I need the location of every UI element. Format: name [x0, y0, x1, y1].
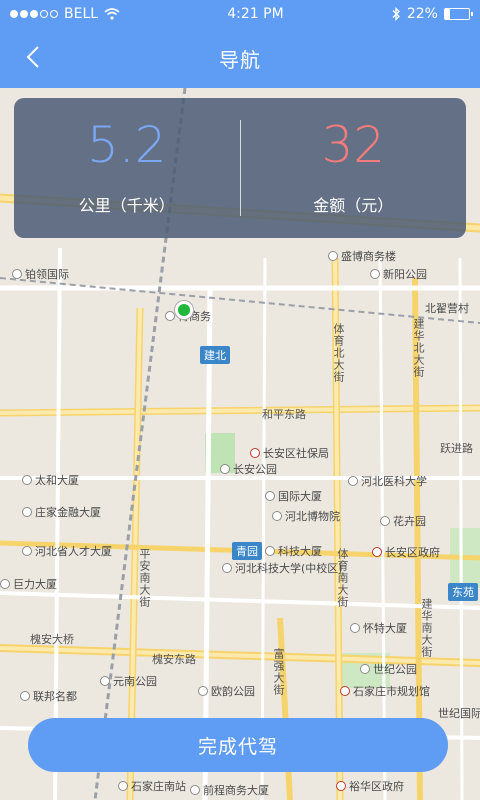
poi-pin-red-icon [340, 686, 350, 696]
fare-label: 金额（元） [313, 196, 394, 215]
bluetooth-icon [392, 7, 400, 21]
road-label: 富强大街 [272, 648, 285, 696]
road-label: 建华南大街 [420, 598, 433, 658]
poi-pin-icon [22, 546, 32, 556]
poi-pin-icon [370, 269, 380, 279]
map-poi[interactable]: 石家庄市规划馆 [340, 683, 430, 699]
road-label: 和平东路 [262, 408, 306, 421]
map-poi[interactable]: 长安公园 [220, 461, 277, 477]
back-button[interactable] [18, 42, 48, 72]
road-label: 槐安东路 [152, 653, 196, 666]
distance-label: 公里（千米） [78, 196, 175, 215]
map-poi[interactable]: 新阳公园 [370, 266, 427, 282]
poi-pin-red-icon [372, 547, 382, 557]
clock: 4:21 PM [227, 6, 284, 22]
poi-pin-icon [265, 491, 275, 501]
map-badge: 青园 [232, 542, 262, 560]
poi-pin-icon [222, 563, 232, 573]
signal-icon [10, 10, 58, 18]
current-location-marker [175, 301, 193, 319]
poi-pin-icon [380, 516, 390, 526]
poi-pin-icon [360, 664, 370, 674]
poi-pin-icon [165, 311, 175, 321]
map-poi[interactable]: 河北省人才大厦 [22, 543, 112, 559]
map-poi[interactable]: 花卉园 [380, 513, 426, 529]
poi-pin-icon [348, 476, 358, 486]
map-poi[interactable]: 河北医科大学 [348, 473, 427, 489]
status-bar: BELL 4:21 PM 22% [0, 0, 480, 28]
nav-bar: 导航 [0, 28, 480, 88]
battery-icon [443, 8, 473, 20]
wifi-icon [104, 8, 120, 20]
fare-stat: 32 金额（元） [241, 98, 467, 238]
chevron-left-icon [26, 46, 39, 68]
map-poi[interactable]: 庄家金融大厦 [22, 504, 101, 520]
map-poi[interactable]: 长安区社保局 [250, 445, 329, 461]
fare-value: 32 [321, 116, 386, 174]
map-poi[interactable]: 世纪公园 [360, 661, 417, 677]
map-poi[interactable]: 欧韵公园 [198, 683, 255, 699]
map-poi[interactable]: 怀特大厦 [350, 620, 407, 636]
distance-value: 5.2 [86, 116, 167, 174]
map-poi[interactable]: 铂领国际 [12, 266, 69, 282]
map-poi[interactable]: 盛博商务楼 [328, 248, 396, 264]
map-poi[interactable]: 河北博物院 [272, 508, 340, 524]
map-poi[interactable]: 科技大厦 [265, 543, 322, 559]
distance-stat: 5.2 公里（千米） [14, 98, 240, 238]
map-poi[interactable]: 世纪国际中心 [438, 705, 480, 721]
top-bar: BELL 4:21 PM 22% 导航 [0, 0, 480, 88]
road-label: 平安南大街 [138, 548, 151, 608]
map-poi[interactable]: 石家庄南站 [118, 778, 186, 794]
poi-pin-icon [328, 251, 338, 261]
poi-pin-icon [190, 785, 200, 795]
map-poi[interactable]: 裕华区政府 [336, 778, 404, 794]
trip-stats-panel: 5.2 公里（千米） 32 金额（元） [14, 98, 466, 238]
poi-pin-red-icon [250, 448, 260, 458]
poi-pin-icon [100, 676, 110, 686]
map-poi[interactable]: 河北科技大学(中校区) [222, 560, 343, 576]
road-label: 体育南大街 [336, 548, 349, 608]
poi-pin-icon [12, 269, 22, 279]
map-poi[interactable]: 巨力大厦 [0, 576, 57, 592]
map-poi[interactable]: 太和大厦 [22, 472, 79, 488]
road-label: 体育北大街 [332, 323, 345, 383]
map-poi[interactable]: 北翟营村 [425, 300, 469, 316]
poi-pin-red-icon [336, 781, 346, 791]
poi-pin-icon [22, 507, 32, 517]
poi-pin-icon [22, 475, 32, 485]
poi-pin-icon [20, 691, 30, 701]
page-title: 导航 [219, 47, 261, 72]
poi-pin-icon [350, 623, 360, 633]
poi-pin-icon [265, 546, 275, 556]
finish-driving-button[interactable]: 完成代驾 [28, 718, 448, 772]
map-poi[interactable]: 前程商务大厦 [190, 782, 269, 798]
battery-percent: 22% [406, 6, 438, 22]
map-badge: 东苑 [448, 583, 478, 601]
map-poi[interactable]: 长安区政府 [372, 544, 440, 560]
map-badge: 建北 [200, 346, 230, 364]
road-label: 跃进路 [440, 442, 473, 455]
road-label: 建华北大街 [412, 318, 425, 378]
map-poi[interactable]: 国际大厦 [265, 488, 322, 504]
poi-pin-icon [220, 464, 230, 474]
map-poi[interactable]: 联邦名都 [20, 688, 77, 704]
poi-pin-icon [118, 781, 128, 791]
road-label: 槐安大桥 [30, 633, 74, 646]
poi-pin-icon [272, 511, 282, 521]
carrier-label: BELL [64, 6, 99, 22]
map-poi[interactable]: 元南公园 [100, 673, 157, 689]
poi-pin-icon [198, 686, 208, 696]
poi-pin-icon [0, 579, 10, 589]
